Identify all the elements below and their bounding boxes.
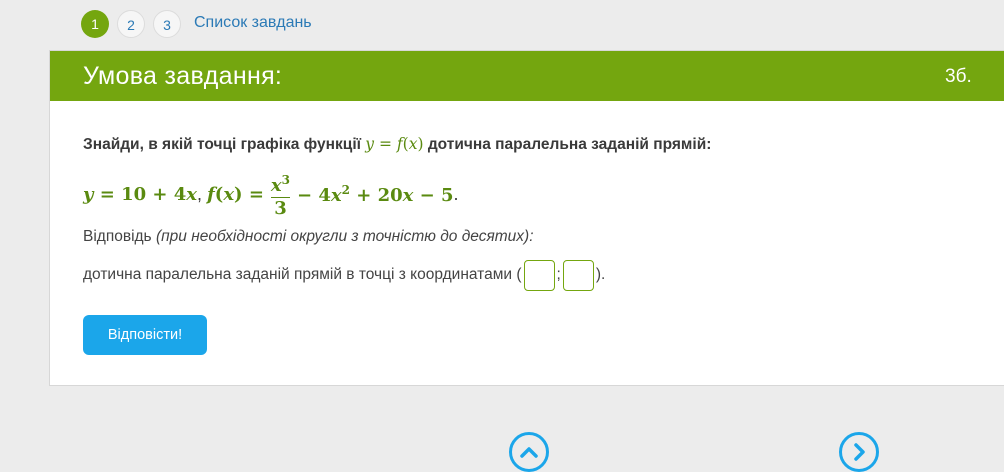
fraction: x3 3 — [270, 172, 291, 219]
step-2[interactable]: 2 — [117, 10, 145, 38]
answer-label: Відповідь — [83, 228, 156, 245]
formula: y = 10 + 4x, f(x) = x3 3 − 4x2 + 20x − 5… — [83, 169, 459, 219]
line-equation: y = 10 + 4x — [83, 183, 198, 205]
task-navigation: 1 2 3 Список завдань — [0, 0, 1004, 46]
points-label: 3б. — [945, 66, 972, 87]
answer-instruction: Відповідь (при необхідності округли з то… — [83, 228, 534, 246]
coordinate-separator: ; — [556, 266, 561, 283]
step-1[interactable]: 1 — [81, 10, 109, 38]
task-list-link[interactable]: Список завдань — [194, 14, 312, 32]
function-rhs: − 4x2 + 20x − 5 — [297, 182, 454, 206]
chevron-up-icon — [520, 447, 538, 458]
card-title: Умова завдання: — [83, 62, 283, 90]
rounding-hint: (при необхідності округли з точністю до … — [155, 228, 534, 245]
scroll-up-button[interactable] — [509, 432, 549, 472]
y-coordinate-input[interactable] — [562, 259, 594, 291]
question-text-before: Знайди, в якій точці графіка функції — [83, 136, 366, 153]
card-header: Умова завдання: 3б. — [50, 51, 1004, 101]
chevron-right-icon — [854, 443, 865, 461]
answer-suffix: ). — [595, 266, 606, 283]
question-text-after: дотична паралельна заданій прямій: — [423, 136, 712, 153]
answer-line: дотична паралельна заданій прямій в точц… — [83, 258, 605, 292]
question-text: Знайди, в якій точці графіка функції y =… — [83, 135, 711, 154]
task-card: Умова завдання: 3б. Знайди, в якій точці… — [49, 50, 1004, 386]
answer-prefix: дотична паралельна заданій прямій в точц… — [83, 266, 522, 283]
next-task-button[interactable] — [839, 432, 879, 472]
function-lhs: f(x) = — [207, 183, 264, 205]
submit-button[interactable]: Відповісти! — [83, 315, 207, 355]
x-coordinate-input[interactable] — [523, 259, 555, 291]
step-3[interactable]: 3 — [153, 10, 181, 38]
function-notation: y = f(x) — [365, 135, 424, 153]
